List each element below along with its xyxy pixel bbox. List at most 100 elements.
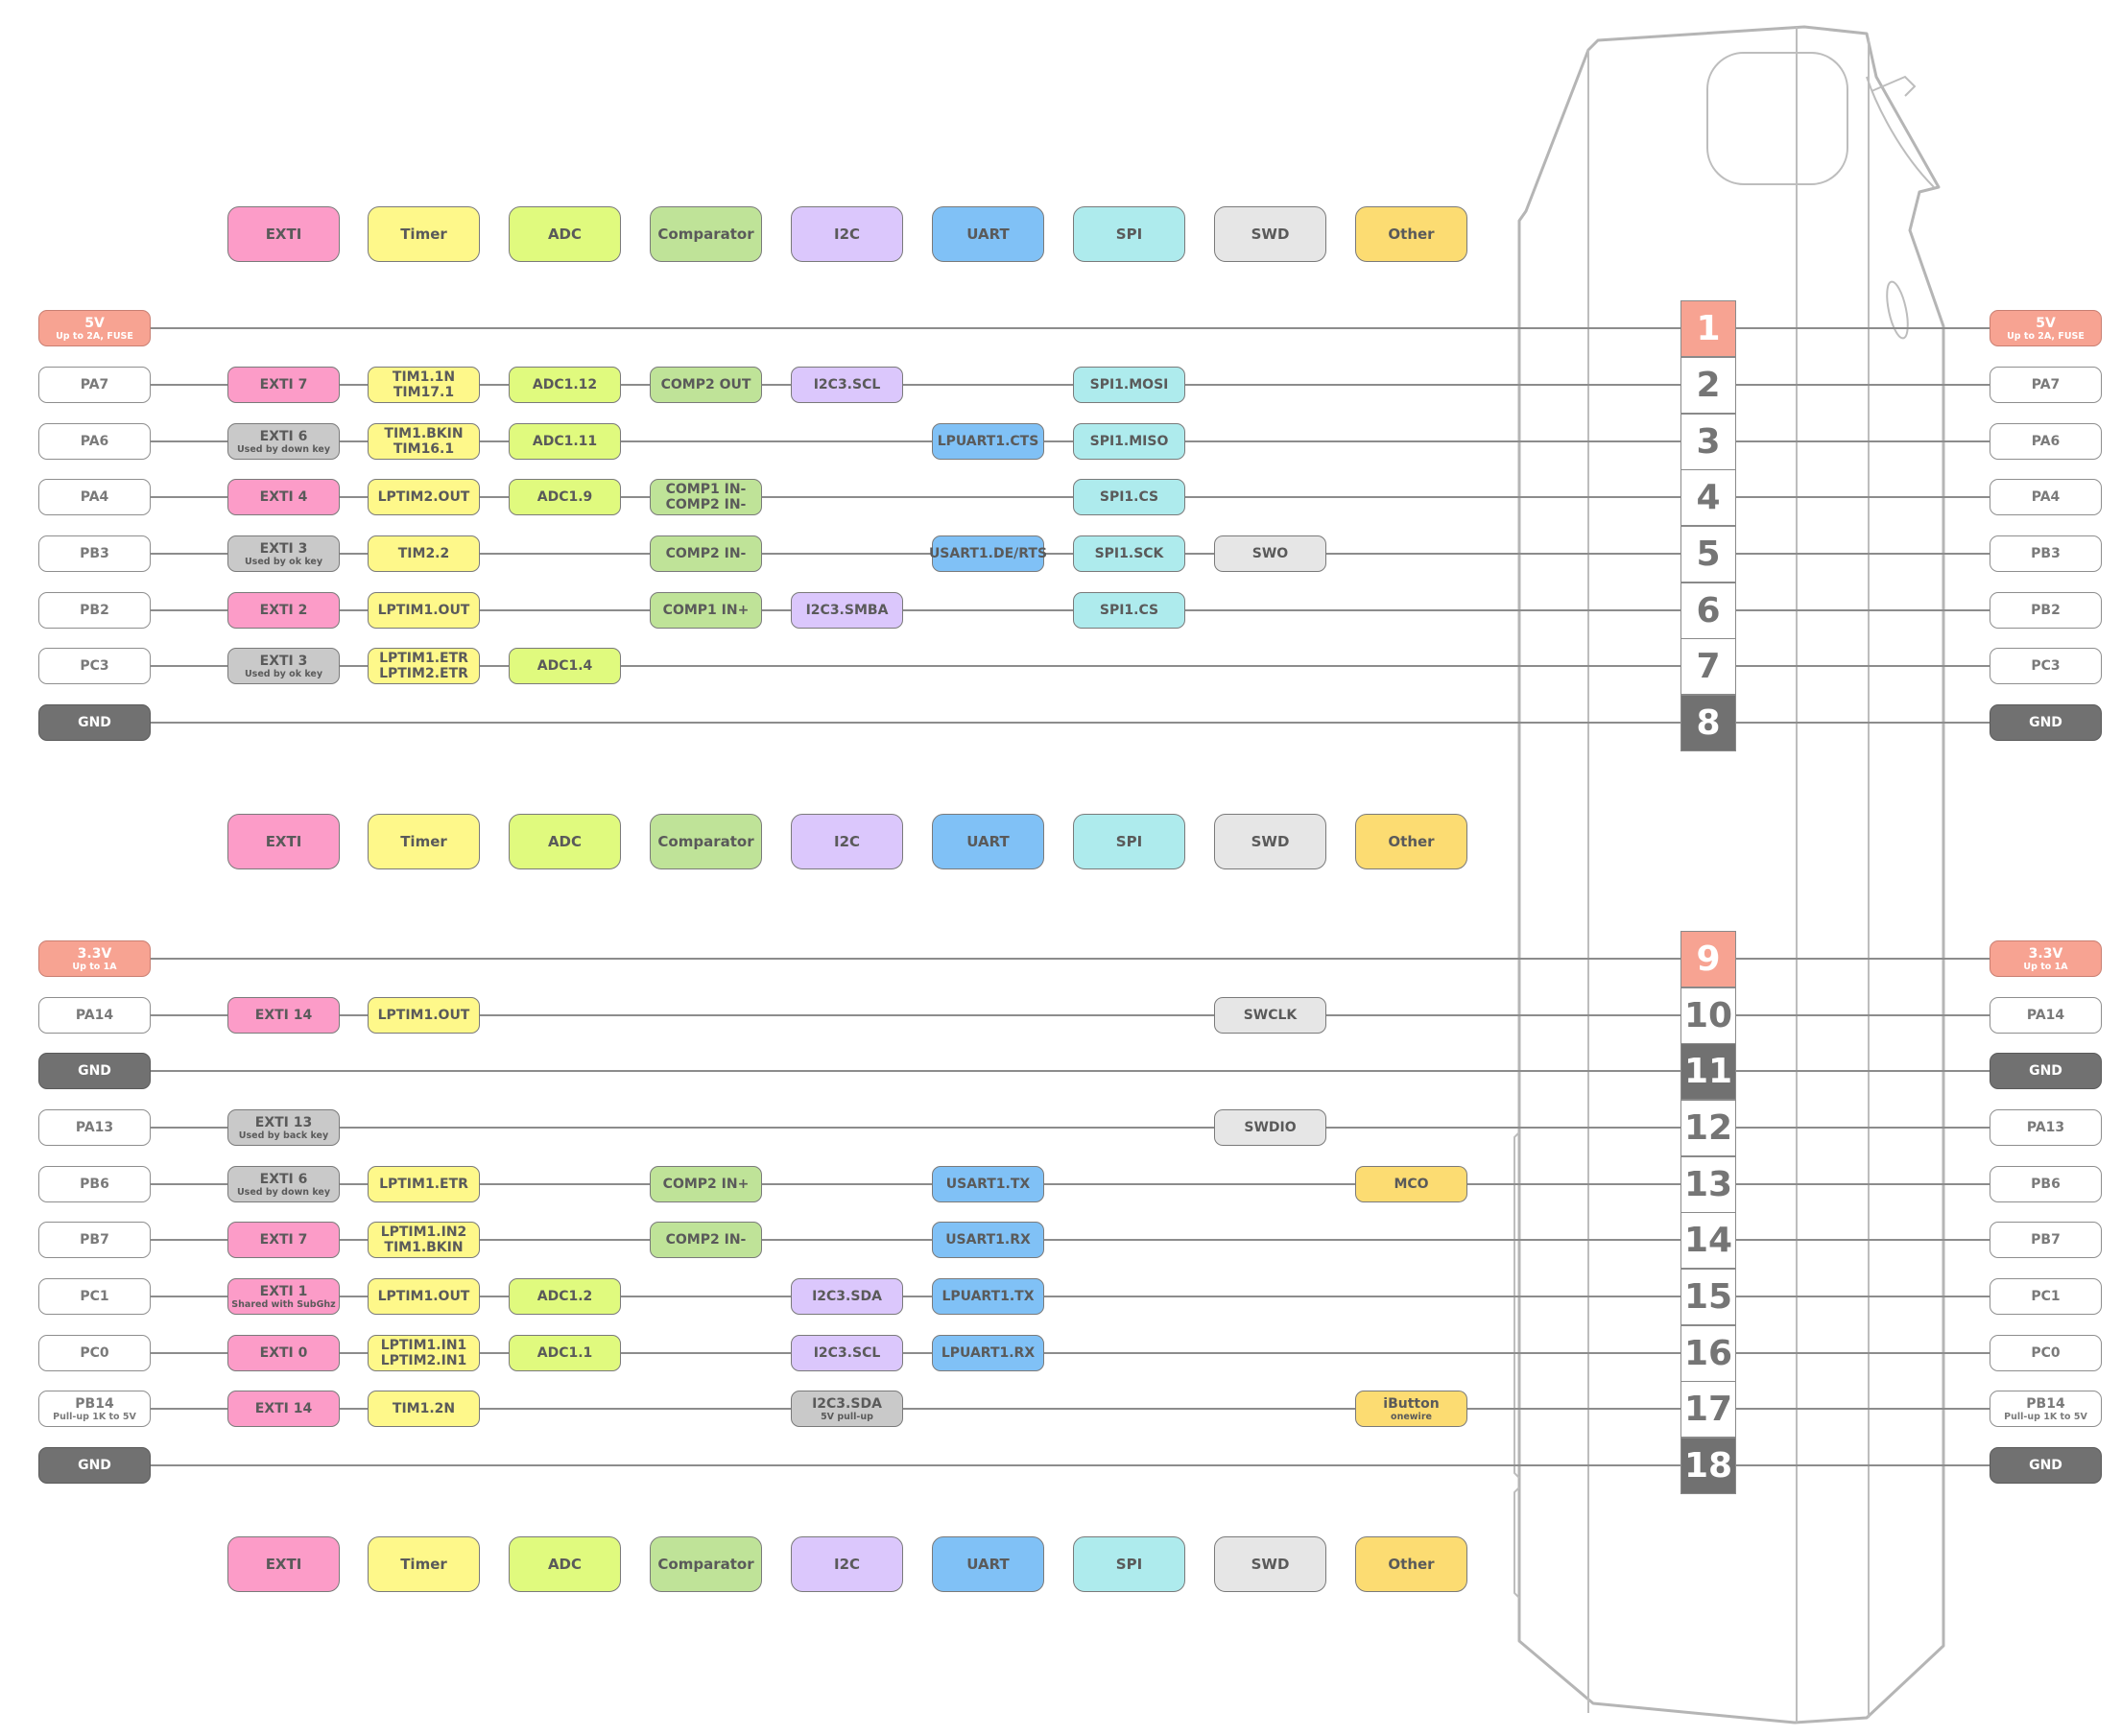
pin-label-left[interactable]: GND <box>38 1447 151 1484</box>
pin-label-left[interactable]: PC1 <box>38 1278 151 1315</box>
function-adc[interactable]: ADC1.9 <box>509 479 621 515</box>
function-timer[interactable]: LPTIM1.IN2 TIM1.BKIN <box>368 1222 480 1258</box>
pin-label-left[interactable]: PB6 <box>38 1166 151 1202</box>
function-exti[interactable]: EXTI 0 <box>227 1335 340 1371</box>
function-exti[interactable]: EXTI 14 <box>227 1391 340 1427</box>
pin-label-right[interactable]: PB2 <box>1990 592 2102 629</box>
function-exti[interactable]: EXTI 7 <box>227 1222 340 1258</box>
function-timer[interactable]: TIM1.1N TIM17.1 <box>368 367 480 403</box>
pin-number[interactable]: 2 <box>1680 357 1736 414</box>
function-comp[interactable]: COMP2 IN- <box>650 535 762 572</box>
pin-number[interactable]: 15 <box>1680 1269 1736 1325</box>
function-i2c[interactable]: I2C3.SMBA <box>791 592 903 629</box>
function-i2c[interactable]: I2C3.SCL <box>791 1335 903 1371</box>
function-swd[interactable]: SWO <box>1214 535 1326 572</box>
function-i2c[interactable]: I2C3.SDA <box>791 1278 903 1315</box>
pin-number[interactable]: 9 <box>1680 931 1736 987</box>
function-spi[interactable]: SPI1.MOSI <box>1073 367 1185 403</box>
function-other[interactable]: iButton onewire <box>1355 1391 1467 1427</box>
pin-number[interactable]: 14 <box>1680 1212 1736 1269</box>
function-swd[interactable]: SWDIO <box>1214 1109 1326 1146</box>
function-other[interactable]: MCO <box>1355 1166 1467 1202</box>
pin-label-right[interactable]: GND <box>1990 1447 2102 1484</box>
pin-label-right[interactable]: PB6 <box>1990 1166 2102 1202</box>
pin-label-left[interactable]: PC0 <box>38 1335 151 1371</box>
function-exti[interactable]: EXTI 3 Used by ok key <box>227 648 340 684</box>
pin-label-right[interactable]: PA6 <box>1990 423 2102 460</box>
function-adc[interactable]: ADC1.2 <box>509 1278 621 1315</box>
pin-label-left[interactable]: PA7 <box>38 367 151 403</box>
function-uart[interactable]: USART1.RX <box>932 1222 1044 1258</box>
pin-label-right[interactable]: PA4 <box>1990 479 2102 515</box>
pin-number[interactable]: 11 <box>1680 1043 1736 1100</box>
pin-label-right[interactable]: PC1 <box>1990 1278 2102 1315</box>
function-timer[interactable]: LPTIM1.ETR LPTIM2.ETR <box>368 648 480 684</box>
function-timer[interactable]: LPTIM1.OUT <box>368 592 480 629</box>
pin-label-left[interactable]: PA4 <box>38 479 151 515</box>
pin-label-right[interactable]: PA14 <box>1990 997 2102 1034</box>
pin-number[interactable]: 10 <box>1680 987 1736 1044</box>
pin-label-left[interactable]: PB2 <box>38 592 151 629</box>
function-exti[interactable]: EXTI 6 Used by down key <box>227 1166 340 1202</box>
pin-number[interactable]: 6 <box>1680 583 1736 639</box>
pin-number[interactable]: 4 <box>1680 469 1736 526</box>
function-adc[interactable]: ADC1.4 <box>509 648 621 684</box>
pin-label-left[interactable]: GND <box>38 704 151 741</box>
function-comp[interactable]: COMP1 IN- COMP2 IN- <box>650 479 762 515</box>
pin-number[interactable]: 8 <box>1680 695 1736 751</box>
pin-label-right[interactable]: PC0 <box>1990 1335 2102 1371</box>
pin-label-right[interactable]: 3.3V Up to 1A <box>1990 940 2102 977</box>
pin-label-right[interactable]: GND <box>1990 1053 2102 1089</box>
function-uart[interactable]: LPUART1.TX <box>932 1278 1044 1315</box>
function-timer[interactable]: LPTIM1.OUT <box>368 997 480 1034</box>
function-adc[interactable]: ADC1.1 <box>509 1335 621 1371</box>
pin-label-right[interactable]: 5V Up to 2A, FUSE <box>1990 310 2102 346</box>
function-timer[interactable]: LPTIM1.OUT <box>368 1278 480 1315</box>
function-timer[interactable]: LPTIM1.ETR <box>368 1166 480 1202</box>
pin-number[interactable]: 1 <box>1680 300 1736 357</box>
pin-label-left[interactable]: GND <box>38 1053 151 1089</box>
function-exti[interactable]: EXTI 7 <box>227 367 340 403</box>
pin-number[interactable]: 3 <box>1680 414 1736 470</box>
pin-number[interactable]: 13 <box>1680 1156 1736 1213</box>
pin-label-left[interactable]: PA14 <box>38 997 151 1034</box>
function-adc[interactable]: ADC1.11 <box>509 423 621 460</box>
function-timer[interactable]: TIM1.BKIN TIM16.1 <box>368 423 480 460</box>
function-uart[interactable]: USART1.TX <box>932 1166 1044 1202</box>
function-timer[interactable]: LPTIM1.IN1 LPTIM2.IN1 <box>368 1335 480 1371</box>
pin-label-left[interactable]: PB7 <box>38 1222 151 1258</box>
function-exti[interactable]: EXTI 4 <box>227 479 340 515</box>
pin-label-right[interactable]: PB7 <box>1990 1222 2102 1258</box>
pin-label-left[interactable]: PA6 <box>38 423 151 460</box>
pin-label-left[interactable]: PB14 Pull-up 1K to 5V <box>38 1391 151 1427</box>
function-exti[interactable]: EXTI 14 <box>227 997 340 1034</box>
function-spi[interactable]: SPI1.SCK <box>1073 535 1185 572</box>
function-comp[interactable]: COMP2 IN+ <box>650 1166 762 1202</box>
function-adc[interactable]: ADC1.12 <box>509 367 621 403</box>
pin-label-right[interactable]: PB3 <box>1990 535 2102 572</box>
function-timer[interactable]: TIM2.2 <box>368 535 480 572</box>
function-spi[interactable]: SPI1.CS <box>1073 592 1185 629</box>
pin-label-left[interactable]: PA13 <box>38 1109 151 1146</box>
pin-label-right[interactable]: PC3 <box>1990 648 2102 684</box>
function-spi[interactable]: SPI1.MISO <box>1073 423 1185 460</box>
pin-label-left[interactable]: PB3 <box>38 535 151 572</box>
pin-number[interactable]: 16 <box>1680 1325 1736 1382</box>
pin-number[interactable]: 7 <box>1680 638 1736 695</box>
pin-label-left[interactable]: 5V Up to 2A, FUSE <box>38 310 151 346</box>
pin-label-right[interactable]: GND <box>1990 704 2102 741</box>
function-timer[interactable]: TIM1.2N <box>368 1391 480 1427</box>
function-exti[interactable]: EXTI 3 Used by ok key <box>227 535 340 572</box>
function-uart[interactable]: LPUART1.RX <box>932 1335 1044 1371</box>
function-comp[interactable]: COMP2 OUT <box>650 367 762 403</box>
pin-label-left[interactable]: PC3 <box>38 648 151 684</box>
pin-label-left[interactable]: 3.3V Up to 1A <box>38 940 151 977</box>
function-swd[interactable]: SWCLK <box>1214 997 1326 1034</box>
function-uart[interactable]: USART1.DE/RTS <box>929 535 1047 572</box>
pin-number[interactable]: 17 <box>1680 1381 1736 1438</box>
pin-label-right[interactable]: PA13 <box>1990 1109 2102 1146</box>
function-spi[interactable]: SPI1.CS <box>1073 479 1185 515</box>
pin-label-right[interactable]: PA7 <box>1990 367 2102 403</box>
pin-number[interactable]: 18 <box>1680 1438 1736 1494</box>
function-comp[interactable]: COMP1 IN+ <box>650 592 762 629</box>
